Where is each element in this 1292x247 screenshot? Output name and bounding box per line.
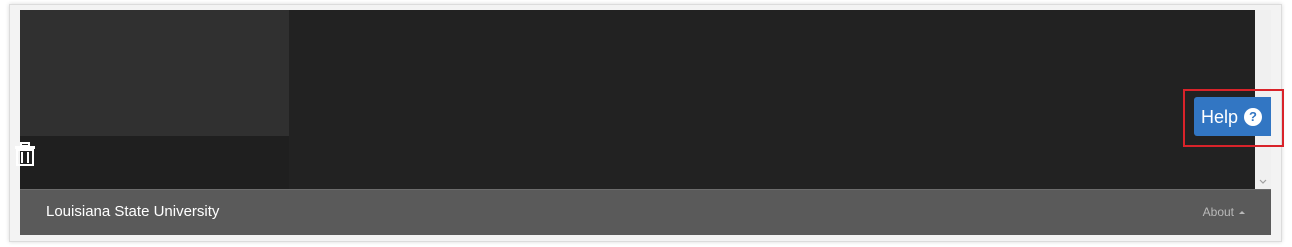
left-panel (20, 10, 289, 189)
left-panel-toolbar (20, 136, 289, 189)
help-button-label: Help (1201, 106, 1239, 127)
footer: Louisiana State University About (20, 189, 1271, 235)
scroll-down-arrow-icon[interactable] (1259, 179, 1267, 185)
left-panel-preview (20, 10, 289, 136)
about-menu-link[interactable]: About (1203, 205, 1245, 219)
main-content-area (20, 10, 1255, 189)
trash-icon[interactable] (14, 142, 36, 166)
question-circle-icon: ? (1244, 107, 1263, 126)
footer-title: Louisiana State University (46, 203, 220, 220)
caret-up-icon (1239, 210, 1245, 214)
about-label: About (1202, 205, 1234, 219)
help-button[interactable]: Help ? (1194, 97, 1271, 136)
